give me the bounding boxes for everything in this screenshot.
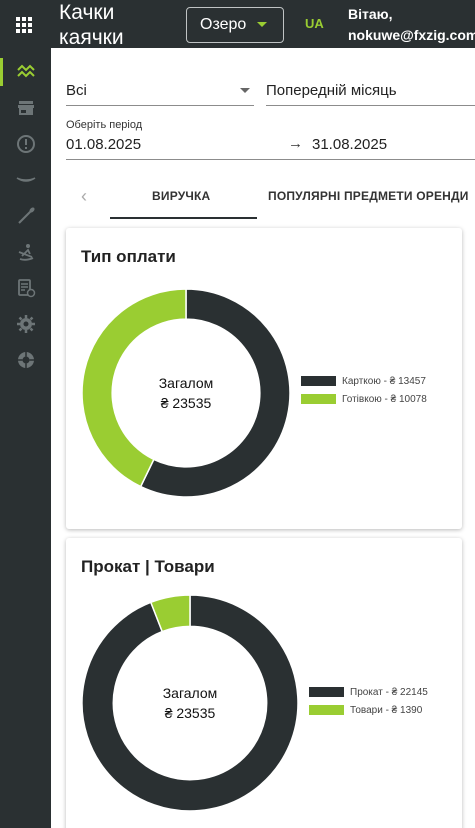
- top-bar: Качки каячки Озеро UA Вітаю, nokuwe@fxzi…: [0, 0, 475, 49]
- legend-item[interactable]: Готівкою - ₴ 10078: [301, 390, 427, 408]
- sidebar-item-paddles[interactable]: [0, 198, 51, 234]
- legend-item[interactable]: Прокат - ₴ 22145: [309, 683, 428, 701]
- chevron-left-icon[interactable]: ‹: [81, 186, 87, 207]
- rower-icon: [18, 244, 33, 261]
- payment-type-card: Тип оплати Загалом ₴ 23535 Карткою - ₴ 1…: [66, 228, 462, 529]
- analytics-icon: [16, 64, 35, 78]
- user-greeting[interactable]: Вітаю, nokuwe@fxzig.com: [348, 4, 475, 46]
- period-label: Оберіть період: [66, 119, 143, 131]
- schedule-icon: [17, 279, 35, 298]
- user-email: nokuwe@fxzig.com: [348, 27, 475, 43]
- sidebar-item-rowers[interactable]: [0, 234, 51, 270]
- legend-label: Прокат - ₴ 22145: [350, 686, 428, 698]
- boat-icon: [16, 177, 35, 182]
- sidebar-item-alerts[interactable]: [0, 126, 51, 162]
- legend-item[interactable]: Карткою - ₴ 13457: [301, 372, 427, 390]
- sidebar: [0, 48, 51, 828]
- legend-label: Карткою - ₴ 13457: [342, 375, 426, 387]
- language-switch[interactable]: UA: [305, 16, 324, 31]
- apps-grid-icon[interactable]: [16, 17, 32, 33]
- sidebar-item-support[interactable]: [0, 342, 51, 378]
- donut-center: Загалом ₴ 23535: [81, 683, 299, 723]
- location-select[interactable]: Озеро: [186, 7, 284, 43]
- legend-swatch: [301, 376, 336, 386]
- sidebar-item-schedule[interactable]: [0, 270, 51, 306]
- tab-popular-items[interactable]: ПОПУЛЯРНІ ПРЕДМЕТИ ОРЕНДИ: [268, 189, 469, 203]
- greeting-text: Вітаю,: [348, 6, 393, 22]
- store-icon: [17, 101, 34, 115]
- legend-swatch: [301, 394, 336, 404]
- sidebar-item-store[interactable]: [0, 90, 51, 126]
- rental-goods-card: Прокат | Товари Загалом ₴ 23535 Прокат -…: [66, 538, 462, 828]
- caret-down-icon: [257, 22, 267, 27]
- chart-legend: Карткою - ₴ 13457 Готівкою - ₴ 10078: [301, 372, 427, 408]
- total-value: ₴ 23535: [160, 395, 212, 411]
- legend-label: Товари - ₴ 1390: [350, 704, 423, 716]
- main-content: Всі Попередній місяць Оберіть період 01.…: [51, 48, 475, 828]
- total-value: ₴ 23535: [164, 705, 216, 721]
- date-range-input[interactable]: 01.08.2025 → 31.08.2025: [66, 134, 475, 160]
- legend-swatch: [309, 687, 344, 697]
- sidebar-item-analytics[interactable]: [0, 54, 51, 90]
- settings-icon: [16, 315, 35, 333]
- active-tab-indicator: [110, 217, 257, 219]
- category-value: Всі: [66, 82, 87, 99]
- total-label: Загалом: [162, 685, 218, 701]
- period-preset-value: Попередній місяць: [266, 82, 397, 99]
- period-start-date[interactable]: 01.08.2025: [66, 136, 141, 153]
- chart-legend: Прокат - ₴ 22145 Товари - ₴ 1390: [309, 683, 428, 719]
- tabs-bar: ‹ ВИРУЧКА ПОПУЛЯРНІ ПРЕДМЕТИ ОРЕНДИ: [51, 172, 475, 220]
- legend-swatch: [309, 705, 344, 715]
- sidebar-item-settings[interactable]: [0, 306, 51, 342]
- caret-down-icon: [240, 88, 250, 93]
- app-title: Качки каячки: [59, 1, 124, 49]
- alert-icon: [16, 135, 35, 153]
- total-label: Загалом: [158, 375, 214, 391]
- category-select[interactable]: Всі: [66, 76, 254, 106]
- sidebar-item-boats[interactable]: [0, 162, 51, 198]
- tab-revenue[interactable]: ВИРУЧКА: [152, 189, 210, 203]
- paddle-icon: [17, 207, 35, 224]
- legend-item[interactable]: Товари - ₴ 1390: [309, 701, 428, 719]
- legend-label: Готівкою - ₴ 10078: [342, 393, 427, 405]
- donut-center: Загалом ₴ 23535: [81, 373, 291, 413]
- support-icon: [17, 352, 34, 368]
- arrow-right-icon: →: [288, 135, 303, 152]
- card-title: Прокат | Товари: [81, 557, 215, 576]
- location-value: Озеро: [200, 16, 247, 33]
- period-preset-select[interactable]: Попередній місяць: [266, 76, 475, 106]
- card-title: Тип оплати: [81, 247, 176, 266]
- period-end-date[interactable]: 31.08.2025: [312, 136, 387, 153]
